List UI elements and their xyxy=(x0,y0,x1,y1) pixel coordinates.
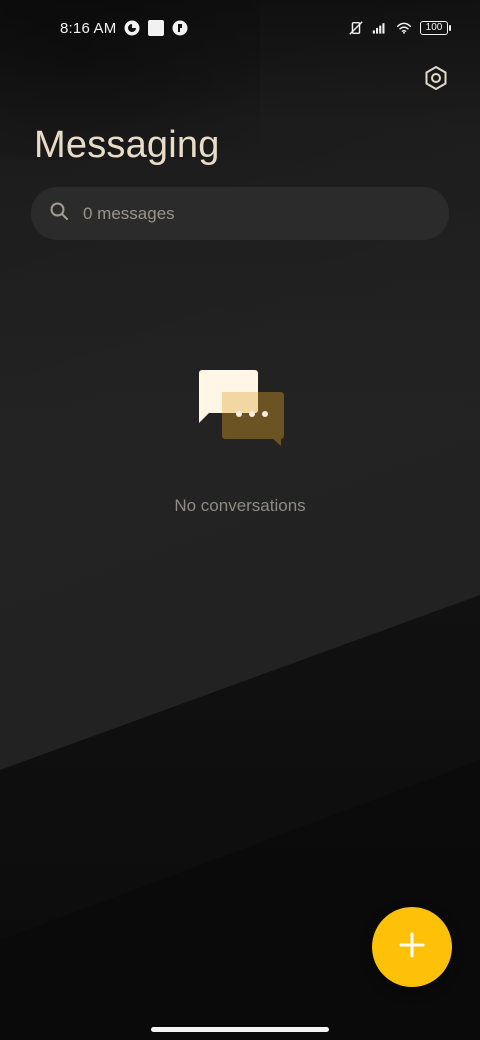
battery-level: 100 xyxy=(425,22,443,33)
empty-state: No conversations xyxy=(0,366,480,516)
status-time: 8:16 AM xyxy=(60,19,117,37)
search-input[interactable] xyxy=(81,202,431,225)
page-title: Messaging xyxy=(34,124,220,166)
signal-icon xyxy=(372,20,388,36)
status-left: 8:16 AM xyxy=(60,20,188,37)
wifi-icon xyxy=(396,20,412,36)
home-indicator[interactable] xyxy=(151,1027,329,1032)
status-right: 100 xyxy=(348,20,451,36)
settings-button[interactable] xyxy=(418,62,454,98)
status-bar: 8:16 AM 100 xyxy=(0,0,480,56)
empty-state-text: No conversations xyxy=(174,496,306,515)
plus-icon xyxy=(397,930,427,965)
chat-bubbles-icon xyxy=(195,366,285,450)
app-icon-2 xyxy=(172,20,188,36)
settings-hex-icon xyxy=(423,65,449,96)
square-icon xyxy=(148,20,165,36)
app-icon xyxy=(124,20,140,36)
vibrate-off-icon xyxy=(348,20,364,36)
search-icon xyxy=(49,201,69,226)
new-conversation-button[interactable] xyxy=(372,907,452,987)
search-bar[interactable] xyxy=(31,187,449,240)
battery-icon: 100 xyxy=(420,21,451,35)
